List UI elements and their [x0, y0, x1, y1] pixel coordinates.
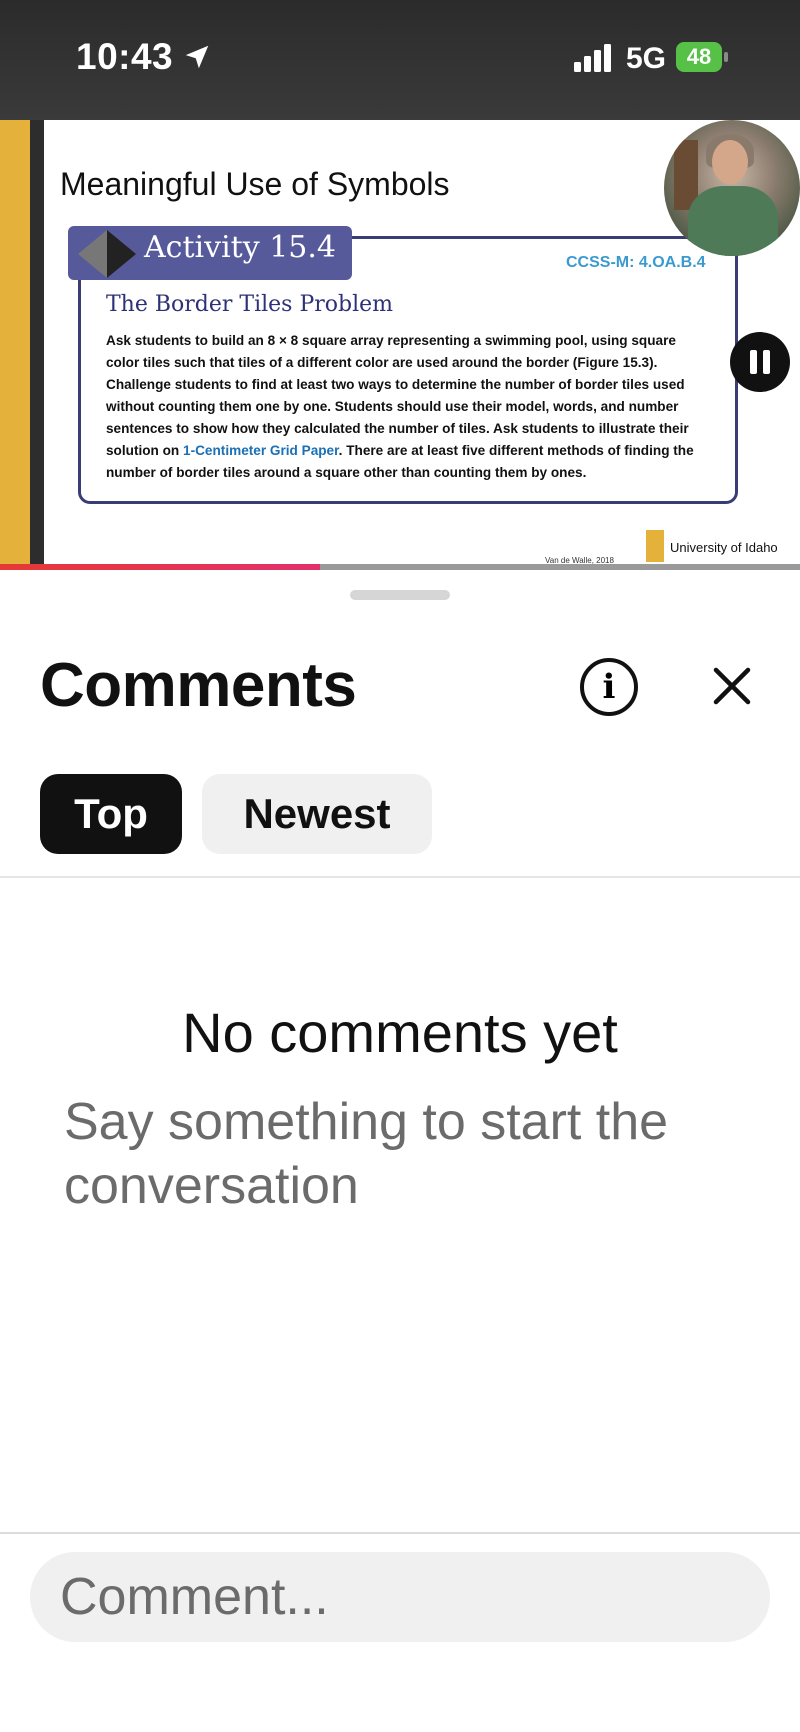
video-player[interactable]: Meaningful Use of Symbols Activity 15.4 … — [0, 120, 800, 566]
empty-state-subtitle: Say something to start the conversation — [64, 1093, 669, 1215]
activity-label: Activity 15.4 — [144, 230, 336, 265]
status-bar: 10:43 5G 48 — [0, 0, 800, 120]
problem-title: The Border Tiles Problem — [106, 292, 394, 317]
problem-text-part1: Ask students to build an 8 × 8 square ar… — [106, 333, 689, 458]
battery-icon: 48 — [676, 42, 728, 72]
tab-newest[interactable]: Newest — [202, 774, 432, 854]
tab-top[interactable]: Top — [40, 774, 182, 854]
slide-dark-stripe — [30, 120, 44, 566]
standard-code: CCSS-M: 4.OA.B.4 — [566, 254, 706, 271]
slide-gold-stripe — [0, 120, 30, 566]
comment-input[interactable] — [30, 1552, 770, 1642]
network-type: 5G — [626, 42, 667, 75]
university-mark-icon — [646, 530, 664, 562]
location-arrow-icon — [185, 45, 209, 69]
divider — [0, 1532, 800, 1534]
divider — [0, 876, 800, 878]
status-time: 10:43 — [76, 36, 174, 77]
grid-paper-link: 1-Centimeter Grid Paper — [183, 443, 339, 458]
problem-text: Ask students to build an 8 × 8 square ar… — [106, 330, 706, 484]
signal-icon — [574, 44, 611, 72]
pause-icon — [750, 350, 757, 374]
empty-state-title: No comments yet — [182, 1001, 618, 1064]
info-icon: i — [602, 667, 616, 707]
university-logo: University of Idaho — [646, 530, 796, 562]
slide-title: Meaningful Use of Symbols — [60, 166, 450, 202]
activity-gem-icon — [78, 230, 136, 278]
drag-handle[interactable] — [350, 590, 450, 600]
presenter-webcam — [664, 120, 800, 256]
comments-title: Comments — [40, 651, 357, 720]
university-name: University of Idaho — [670, 540, 778, 555]
pause-button[interactable] — [730, 332, 790, 392]
pause-icon-bar — [763, 350, 770, 374]
battery-level: 48 — [686, 44, 712, 69]
comments-sheet: Comments i Top Newest No comments yet Sa… — [0, 570, 800, 1732]
close-icon[interactable] — [708, 662, 756, 710]
info-button[interactable]: i — [580, 658, 638, 716]
